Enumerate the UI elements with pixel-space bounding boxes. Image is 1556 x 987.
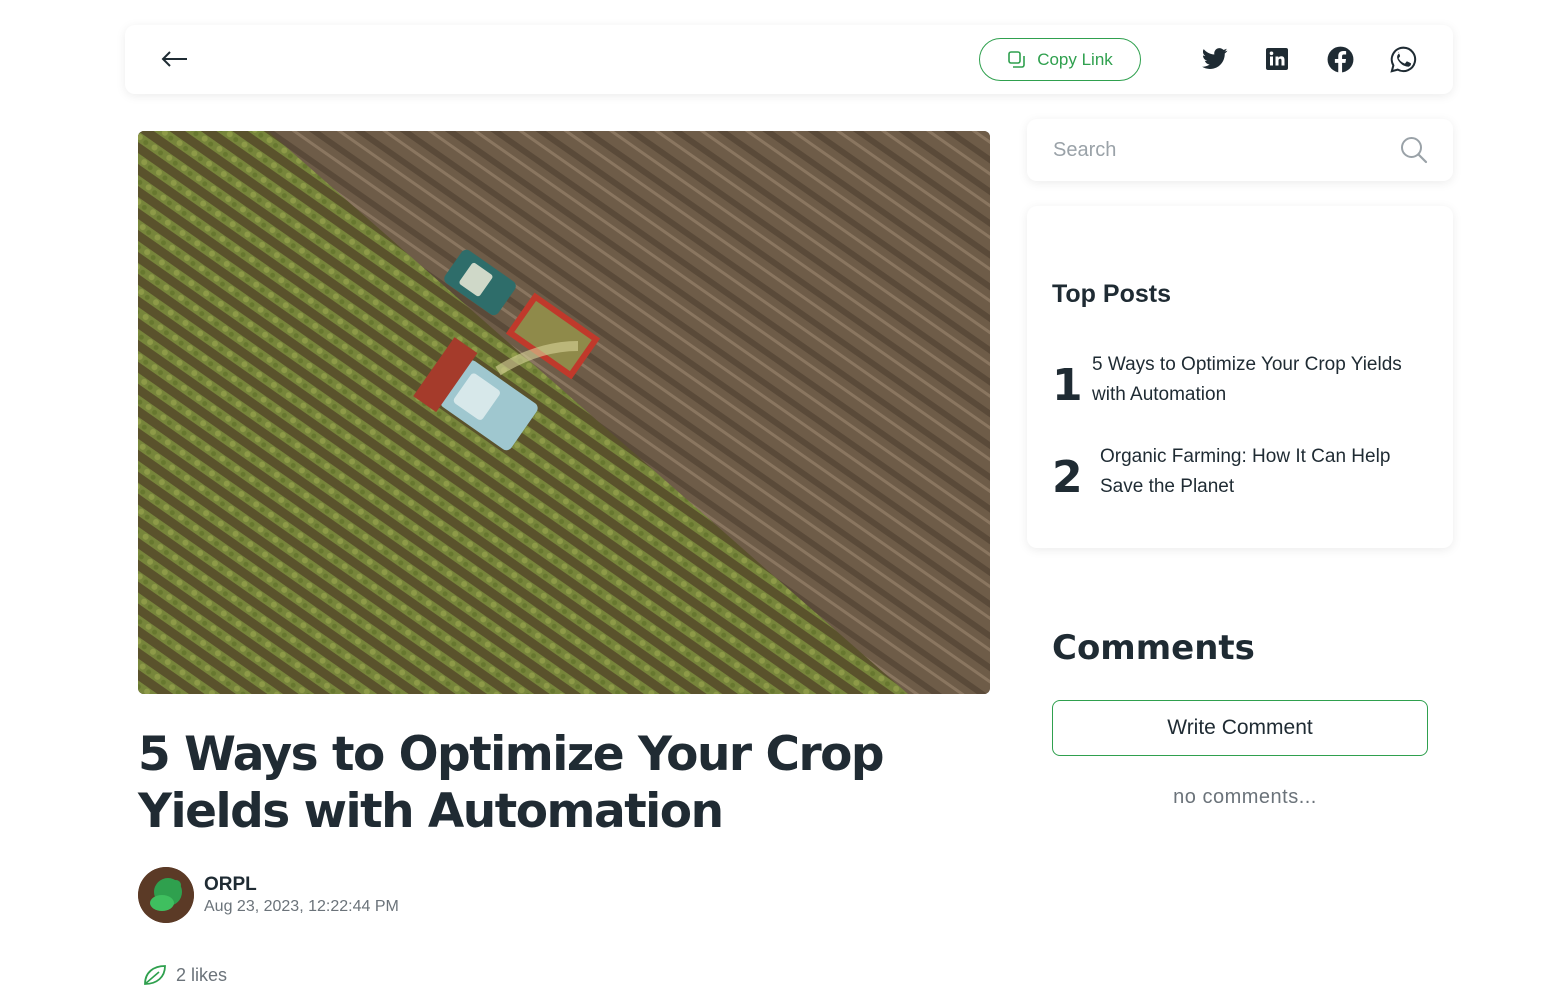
top-posts-heading: Top Posts <box>1052 280 1171 308</box>
comments-heading: Comments <box>1052 628 1255 668</box>
post-title: 5 Ways to Optimize Your Crop Yields with… <box>138 727 885 839</box>
top-post-rank: 2 <box>1052 452 1083 503</box>
whatsapp-icon <box>1389 46 1416 73</box>
author-name[interactable]: ORPL <box>204 874 257 896</box>
whatsapp-share-button[interactable] <box>1388 44 1418 74</box>
post-hero-image <box>138 131 990 694</box>
leaf-icon <box>144 965 166 985</box>
likes-count: 2 likes <box>176 964 228 985</box>
top-post-item[interactable]: 1 5 Ways to Optimize Your Crop Yields wi… <box>1052 354 1422 418</box>
arrow-left-icon <box>161 51 187 67</box>
no-comments-text: no comments... <box>1173 786 1317 808</box>
author-logo-icon <box>138 867 194 923</box>
search-icon[interactable] <box>1399 135 1429 165</box>
farm-field-image <box>138 131 990 694</box>
copy-icon <box>1008 50 1025 68</box>
linkedin-icon <box>1266 48 1288 70</box>
twitter-share-button[interactable] <box>1200 44 1230 74</box>
top-post-title: Organic Farming: How It Can Help Save th… <box>1100 446 1391 497</box>
top-bar: Copy Link <box>125 25 1453 94</box>
top-posts-card: Top Posts 1 5 Ways to Optimize Your Crop… <box>1027 206 1453 548</box>
twitter-icon <box>1202 48 1228 69</box>
facebook-share-button[interactable] <box>1325 44 1355 74</box>
facebook-icon <box>1327 46 1353 73</box>
like-button[interactable]: 2 likes <box>142 963 227 987</box>
linkedin-share-button[interactable] <box>1262 44 1292 74</box>
back-button[interactable] <box>155 42 195 76</box>
top-post-item[interactable]: 2 Organic Farming: How It Can Help Save … <box>1052 446 1422 510</box>
write-comment-button[interactable]: Write Comment <box>1052 700 1428 756</box>
top-post-title: 5 Ways to Optimize Your Crop Yields with… <box>1092 354 1402 405</box>
copy-link-label: Copy Link <box>1037 49 1113 69</box>
search-box <box>1027 119 1453 181</box>
copy-link-button[interactable]: Copy Link <box>979 38 1141 81</box>
search-input[interactable] <box>1051 133 1381 167</box>
author-avatar[interactable] <box>138 867 194 923</box>
top-post-rank: 1 <box>1052 360 1083 411</box>
post-date: Aug 23, 2023, 12:22:44 PM <box>204 898 399 915</box>
